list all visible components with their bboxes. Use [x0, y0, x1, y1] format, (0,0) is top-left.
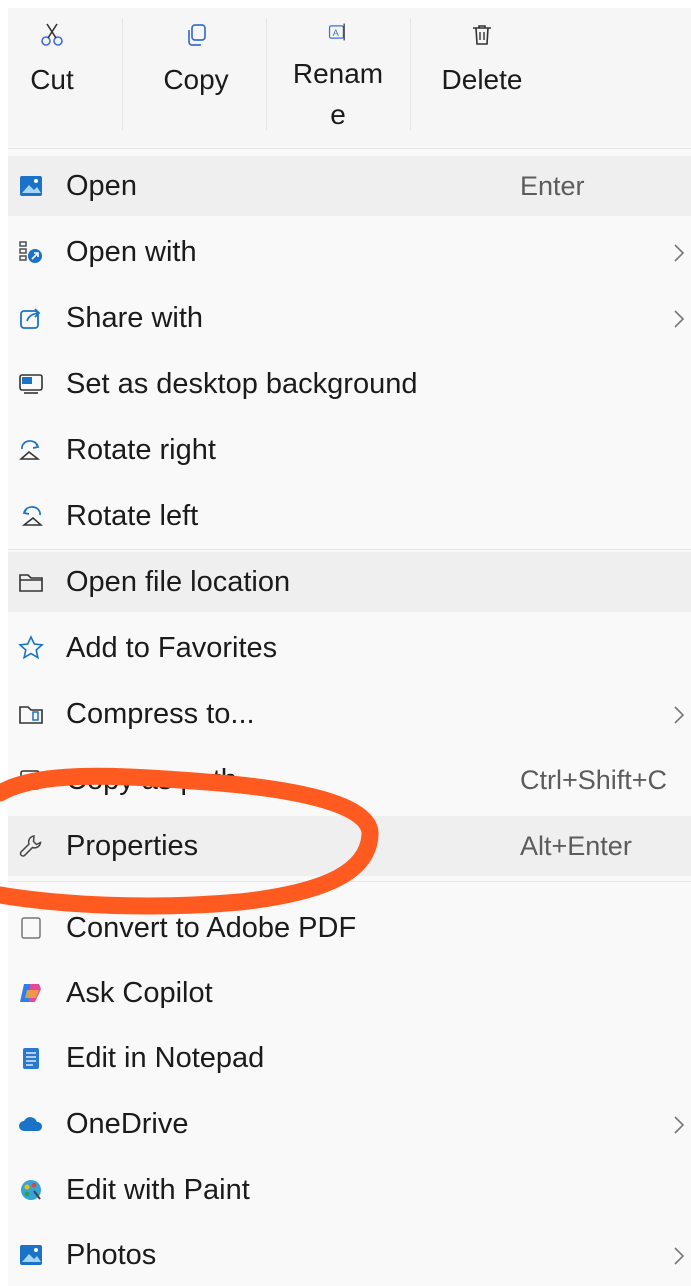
rename-button[interactable]: A Renam e	[288, 16, 388, 136]
share-icon	[16, 301, 46, 335]
menu-item-label: Share with	[66, 302, 204, 334]
trash-icon	[473, 25, 491, 45]
scissors-icon	[41, 23, 63, 46]
photos-icon	[16, 1238, 46, 1272]
chevron-right-icon	[674, 310, 685, 328]
divider	[8, 148, 691, 149]
menu-item-properties[interactable]: Properties Alt+Enter	[8, 816, 691, 876]
shortcut-text: Alt+Enter	[520, 831, 632, 861]
menu-item-label: OneDrive	[66, 1108, 189, 1140]
menu-item-label: Properties	[66, 830, 199, 862]
delete-button[interactable]: Delete	[432, 16, 532, 136]
rotate-left-icon	[16, 499, 46, 533]
photo-app-icon	[16, 169, 46, 203]
open-with-icon	[16, 235, 46, 269]
menu-item-label: Open	[66, 170, 137, 202]
toolbar-divider	[266, 18, 267, 130]
menu-item-label: Edit in Notepad	[66, 1042, 265, 1074]
zip-folder-icon	[16, 697, 46, 731]
menu-item-convert-to-adobe-pdf[interactable]: Convert to Adobe PDF	[8, 898, 691, 958]
copy-path-icon	[16, 763, 46, 797]
divider	[8, 549, 691, 550]
star-icon	[16, 631, 46, 665]
chevron-right-icon	[674, 244, 685, 262]
menu-item-copy-as-path[interactable]: Copy as path Ctrl+Shift+C	[8, 750, 691, 810]
menu-item-rotate-right[interactable]: Rotate right	[8, 420, 691, 480]
menu-item-label: Convert to Adobe PDF	[66, 912, 357, 944]
shortcut-text: Ctrl+Shift+C	[520, 765, 668, 795]
menu-item-label: Ask Copilot	[66, 977, 213, 1009]
delete-label: Delete	[441, 64, 523, 95]
menu-item-ask-copilot[interactable]: Ask Copilot	[8, 963, 691, 1023]
menu-item-set-as-desktop-background[interactable]: Set as desktop background	[8, 354, 691, 414]
menu-item-label: Set as desktop background	[66, 368, 418, 400]
rename-label-line2: e	[330, 99, 346, 130]
menu-item-share-with[interactable]: Share with	[8, 288, 691, 348]
menu-item-rotate-left[interactable]: Rotate left	[8, 486, 691, 546]
menu-item-label: Rotate left	[66, 500, 199, 532]
menu-item-photos[interactable]: Photos	[8, 1225, 691, 1285]
cloud-icon	[16, 1107, 46, 1141]
copy-label: Copy	[163, 64, 229, 95]
menu-item-label: Edit with Paint	[66, 1174, 250, 1206]
shortcut-text: Enter	[520, 171, 585, 201]
menu-item-label: Photos	[66, 1239, 157, 1271]
toolbar-divider	[122, 18, 123, 130]
menu-item-add-to-favorites[interactable]: Add to Favorites	[8, 618, 691, 678]
wrench-icon	[16, 829, 46, 863]
paint-icon	[16, 1173, 46, 1207]
menu-item-onedrive[interactable]: OneDrive	[8, 1094, 691, 1154]
menu-item-label: Open with	[66, 236, 197, 268]
context-menu: Cut Copy A Renam e Delete Open Enter Ope…	[8, 8, 691, 1286]
rename-label-line1: Renam	[292, 58, 384, 89]
pdf-icon	[16, 911, 46, 945]
svg-text:A: A	[333, 28, 340, 38]
menu-item-edit-with-paint[interactable]: Edit with Paint	[8, 1160, 691, 1220]
menu-item-open-with[interactable]: Open with	[8, 222, 691, 282]
notepad-icon	[16, 1041, 46, 1075]
menu-item-compress-to[interactable]: Compress to...	[8, 684, 691, 744]
rotate-right-icon	[16, 433, 46, 467]
menu-item-label: Compress to...	[66, 698, 255, 730]
folder-icon	[16, 565, 46, 599]
copilot-icon	[16, 976, 46, 1010]
toolbar-divider	[410, 18, 411, 130]
cut-button[interactable]: Cut	[8, 16, 96, 136]
chevron-right-icon	[674, 1116, 685, 1134]
chevron-right-icon	[674, 706, 685, 724]
divider	[8, 881, 691, 882]
menu-item-edit-in-notepad[interactable]: Edit in Notepad	[8, 1028, 691, 1088]
menu-item-label: Open file location	[66, 566, 291, 598]
context-toolbar: Cut Copy A Renam e Delete	[8, 8, 691, 146]
cut-label: Cut	[30, 64, 74, 95]
desktop-background-icon	[16, 367, 46, 401]
menu-item-label: Copy as path	[66, 764, 237, 796]
copy-button[interactable]: Copy	[150, 16, 242, 136]
menu-item-label: Rotate right	[66, 434, 216, 466]
rename-label: Renam e	[293, 52, 383, 136]
menu-item-open[interactable]: Open Enter	[8, 156, 691, 216]
menu-item-open-file-location[interactable]: Open file location	[8, 552, 691, 612]
copy-icon	[188, 24, 206, 46]
chevron-right-icon	[674, 1247, 685, 1265]
menu-item-label: Add to Favorites	[66, 632, 278, 664]
rename-icon: A	[328, 23, 345, 41]
